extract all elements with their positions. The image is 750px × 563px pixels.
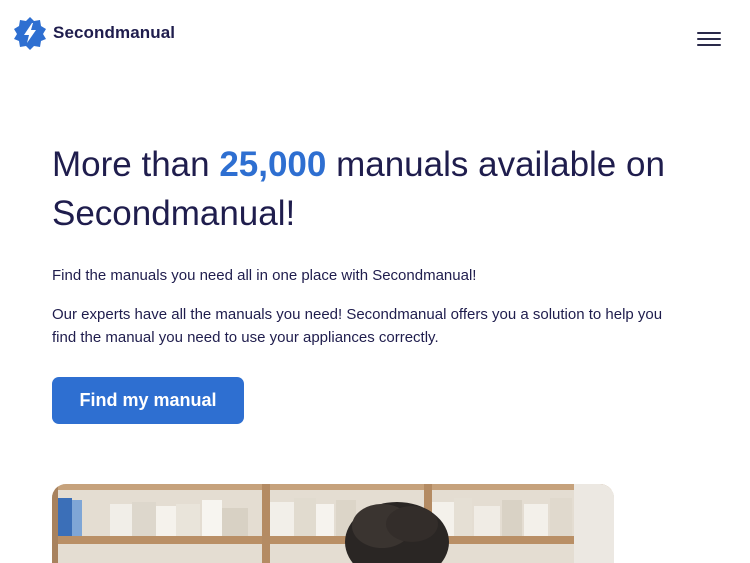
lightning-gear-icon (14, 17, 46, 50)
site-header: Secondmanual (0, 0, 750, 70)
brand-name: Secondmanual (53, 23, 176, 42)
hamburger-menu-icon[interactable] (697, 30, 723, 48)
brand-logo[interactable]: Secondmanual (13, 16, 175, 50)
hero-paragraph-1: Find the manuals you need all in one pla… (52, 267, 477, 284)
hero-title-number: 25,000 (219, 145, 327, 184)
hero-title: More than 25,000 manuals available on Se… (52, 140, 712, 238)
find-my-manual-button[interactable]: Find my manual (52, 377, 244, 424)
hero-section: More than 25,000 manuals available on Se… (52, 140, 712, 238)
person-with-bookshelf-photo (52, 484, 614, 563)
hero-title-before: More than (52, 145, 220, 184)
hero-paragraph-2: Our experts have all the manuals you nee… (52, 306, 663, 346)
